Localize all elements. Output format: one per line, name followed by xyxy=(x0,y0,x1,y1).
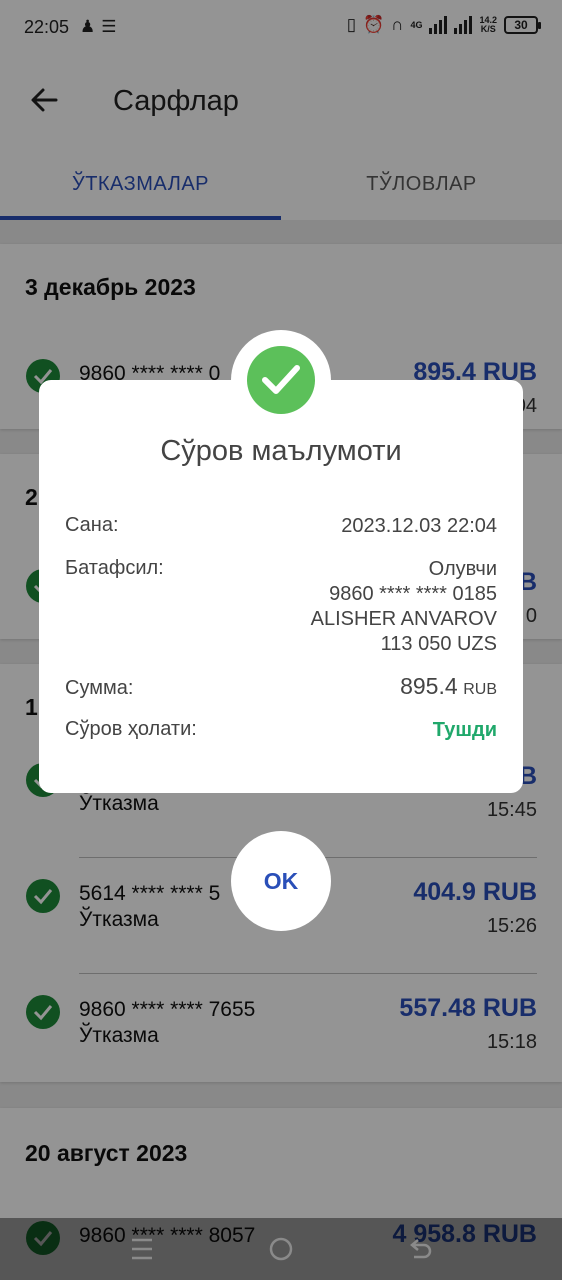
sum-currency: RUB xyxy=(463,681,497,698)
sum-number: 895.4 xyxy=(400,673,458,699)
details-line: 113 050 UZS xyxy=(380,633,497,655)
date-label: Сана: xyxy=(65,514,119,536)
details-line: Олувчи xyxy=(428,558,497,580)
success-check-icon xyxy=(247,346,315,414)
request-info-dialog: Сўров маълумоти Сана: 2023.12.03 22:04 Б… xyxy=(39,380,523,793)
details-line: ALISHER ANVAROV xyxy=(310,608,497,630)
sum-label: Сумма: xyxy=(65,677,134,699)
back-nav-icon xyxy=(410,1239,432,1259)
status-value: Тушди xyxy=(432,719,497,741)
home-circle-icon xyxy=(269,1237,293,1261)
details-line: 9860 **** **** 0185 xyxy=(329,583,497,605)
menu-button[interactable] xyxy=(127,1236,157,1262)
back-nav-button[interactable] xyxy=(406,1236,436,1262)
success-badge xyxy=(231,330,331,430)
date-value: 2023.12.03 22:04 xyxy=(341,515,497,537)
details-label: Батафсил: xyxy=(65,557,164,579)
status-label: Сўров ҳолати: xyxy=(65,718,197,740)
home-button[interactable] xyxy=(266,1236,296,1262)
details-value: Олувчи 9860 **** **** 0185 ALISHER ANVAR… xyxy=(311,557,497,657)
dialog-title: Сўров маълумоти xyxy=(160,435,402,467)
menu-icon xyxy=(132,1238,152,1260)
sum-value: 895.4 RUB xyxy=(400,674,497,702)
system-nav-bar xyxy=(0,1218,562,1280)
ok-button[interactable]: OK xyxy=(231,831,331,931)
